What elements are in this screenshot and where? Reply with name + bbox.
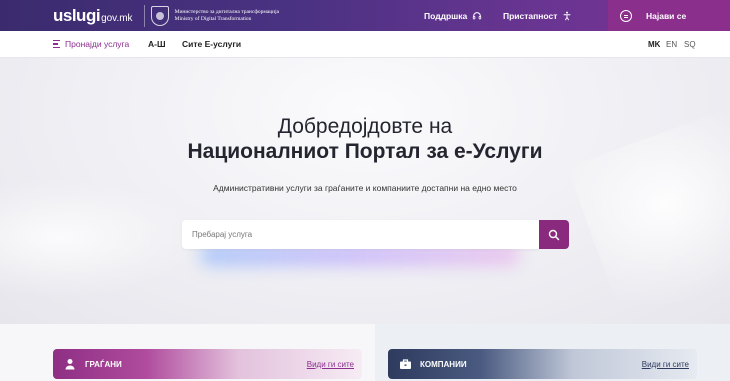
hero-title-rest: за е-Услуги xyxy=(420,140,543,163)
search-field[interactable] xyxy=(182,220,539,249)
menu-icon xyxy=(53,40,60,48)
logo-divider xyxy=(143,4,145,27)
site-logo[interactable]: uslugi gov.mk xyxy=(53,6,133,26)
support-label: Поддршка xyxy=(424,10,468,21)
hero-subtitle: Административни услуги за граѓаните и ко… xyxy=(213,183,517,193)
hero-title: Добредојдовте на Националниот Портал за … xyxy=(0,114,730,164)
ministry-name-mk: Министерство за дигитална трансформација xyxy=(174,8,280,15)
nav-all-services-link[interactable]: Сите Е-услуги xyxy=(182,39,241,49)
support-link[interactable]: Поддршка xyxy=(424,0,482,31)
logo-main-text: uslugi xyxy=(53,5,101,25)
lang-mk[interactable]: MK xyxy=(648,31,660,58)
ministry-name: Министерство за дигитална трансформација… xyxy=(175,9,280,23)
hero-title-bold: Националниот Портал xyxy=(187,140,421,163)
login-label: Најави се xyxy=(646,10,687,21)
headset-icon xyxy=(473,11,482,19)
coat-of-arms-icon xyxy=(150,5,169,26)
briefcase-icon xyxy=(398,357,412,371)
login-button[interactable]: Најави се xyxy=(608,0,730,31)
ministry-name-en: Ministry of Digital Transformation xyxy=(174,15,252,22)
hero-section: Добредојдовте на Националниот Портал за … xyxy=(0,58,730,324)
find-service-label: Пронајди услуга xyxy=(65,39,130,49)
hero-background-decoration-left xyxy=(0,178,200,298)
citizens-view-all-link[interactable]: Види ги сите xyxy=(307,360,354,369)
accessibility-link[interactable]: Пристапност xyxy=(503,0,572,31)
search-button[interactable] xyxy=(539,220,569,249)
accessibility-label: Пристапност xyxy=(503,10,558,21)
accessibility-icon xyxy=(564,11,571,20)
citizens-card[interactable]: ГРАЃАНИ Види ги сите xyxy=(53,349,362,379)
companies-label: КОМПАНИИ xyxy=(420,359,467,369)
id-card-icon xyxy=(620,9,632,22)
search-icon xyxy=(548,229,560,240)
search-input[interactable] xyxy=(192,230,522,239)
person-icon xyxy=(63,357,77,371)
companies-view-all-link[interactable]: Види ги сите xyxy=(642,360,689,369)
find-service-menu[interactable]: Пронајди услуга xyxy=(53,39,129,49)
hero-title-line1: Добредојдовте на xyxy=(277,115,453,138)
citizens-label: ГРАЃАНИ xyxy=(85,359,122,369)
lang-en[interactable]: EN xyxy=(666,31,677,58)
logo-domain-text: gov.mk xyxy=(101,12,133,24)
nav-az-link[interactable]: А-Ш xyxy=(148,39,166,49)
top-bar: uslugi gov.mk Министерство за дигитална … xyxy=(0,0,730,31)
lang-sq[interactable]: SQ xyxy=(684,31,696,58)
main-nav: Пронајди услуга А-Ш Сите Е-услуги MK EN … xyxy=(0,31,730,58)
companies-card[interactable]: КОМПАНИИ Види ги сите xyxy=(388,349,697,379)
